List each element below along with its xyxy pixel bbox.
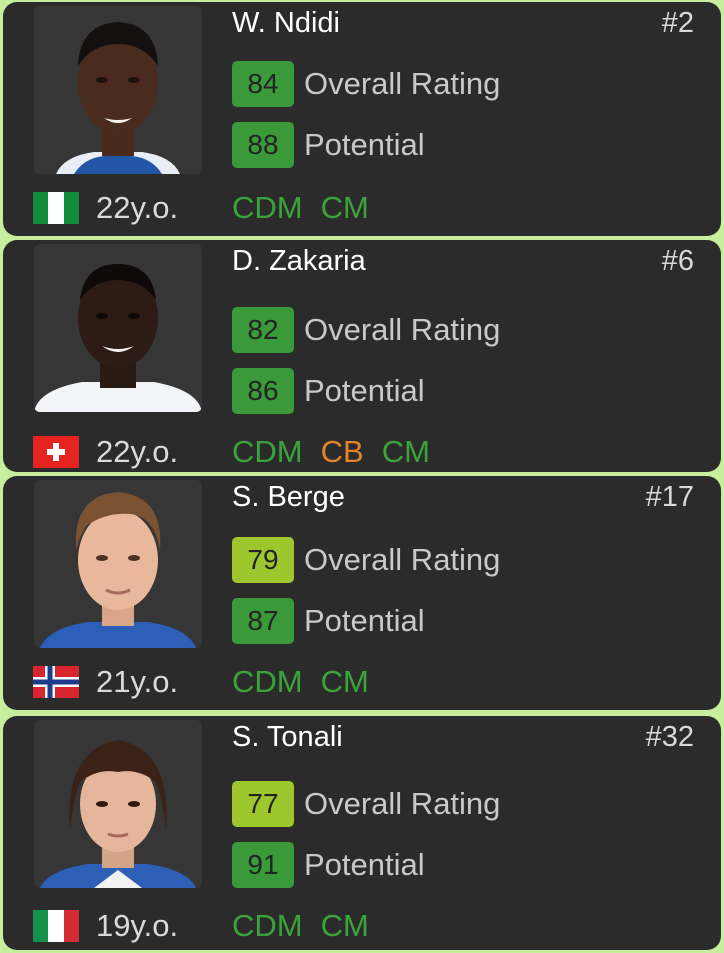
overall-rating-label: Overall Rating <box>304 786 501 821</box>
position-tag: CM <box>320 190 369 225</box>
player-photo <box>34 720 202 888</box>
shirt-number: #32 <box>645 721 694 753</box>
position-tag: CM <box>320 664 369 699</box>
shirt-number: #17 <box>645 481 694 513</box>
positions-list: CDM CM <box>232 190 387 226</box>
player-age: 22y.o. <box>96 434 179 469</box>
position-tag: CDM <box>232 908 303 943</box>
potential-badge: 86 <box>232 368 294 414</box>
potential-row: 91 Potential <box>232 842 425 888</box>
position-tag: CDM <box>232 664 303 699</box>
position-tag: CM <box>381 434 430 469</box>
position-tag: CDM <box>232 434 303 469</box>
player-photo <box>34 244 202 412</box>
player-photo <box>34 6 202 174</box>
position-tag: CM <box>320 908 369 943</box>
potential-badge: 88 <box>232 122 294 168</box>
player-card[interactable]: W. Ndidi #2 84 Overall Rating 88 Potenti… <box>3 2 721 236</box>
overall-rating-label: Overall Rating <box>304 66 501 101</box>
potential-badge: 87 <box>232 598 294 644</box>
potential-label: Potential <box>304 127 425 162</box>
overall-rating-badge: 77 <box>232 781 294 827</box>
player-card[interactable]: S. Tonali #32 77 Overall Rating 91 Poten… <box>3 716 721 950</box>
player-name: S. Tonali <box>232 721 343 753</box>
potential-badge: 91 <box>232 842 294 888</box>
positions-list: CDM CM <box>232 664 387 700</box>
shirt-number: #6 <box>661 245 694 277</box>
potential-row: 87 Potential <box>232 598 425 644</box>
player-card[interactable]: D. Zakaria #6 82 Overall Rating 86 Poten… <box>3 240 721 472</box>
player-name: D. Zakaria <box>232 245 366 277</box>
overall-rating-row: 84 Overall Rating <box>232 61 501 107</box>
overall-rating-row: 79 Overall Rating <box>232 537 501 583</box>
shirt-number: #2 <box>661 7 694 39</box>
overall-rating-badge: 79 <box>232 537 294 583</box>
position-tag: CB <box>320 434 364 469</box>
potential-label: Potential <box>304 373 425 408</box>
potential-label: Potential <box>304 847 425 882</box>
player-card[interactable]: S. Berge #17 79 Overall Rating 87 Potent… <box>3 476 721 710</box>
positions-list: CDM CM <box>232 908 387 944</box>
player-name: W. Ndidi <box>232 7 340 39</box>
player-age: 22y.o. <box>96 190 179 225</box>
overall-rating-label: Overall Rating <box>304 542 501 577</box>
player-age: 21y.o. <box>96 664 179 699</box>
switzerland-flag-icon <box>33 436 79 468</box>
italy-flag-icon <box>33 910 79 942</box>
overall-rating-badge: 84 <box>232 61 294 107</box>
potential-row: 88 Potential <box>232 122 425 168</box>
position-tag: CDM <box>232 190 303 225</box>
player-name: S. Berge <box>232 481 345 513</box>
potential-label: Potential <box>304 603 425 638</box>
overall-rating-badge: 82 <box>232 307 294 353</box>
overall-rating-row: 82 Overall Rating <box>232 307 501 353</box>
player-photo <box>34 480 202 648</box>
positions-list: CDM CB CM <box>232 434 448 470</box>
overall-rating-row: 77 Overall Rating <box>232 781 501 827</box>
player-age: 19y.o. <box>96 908 179 943</box>
nigeria-flag-icon <box>33 192 79 224</box>
norway-flag-icon <box>33 666 79 698</box>
potential-row: 86 Potential <box>232 368 425 414</box>
overall-rating-label: Overall Rating <box>304 312 501 347</box>
